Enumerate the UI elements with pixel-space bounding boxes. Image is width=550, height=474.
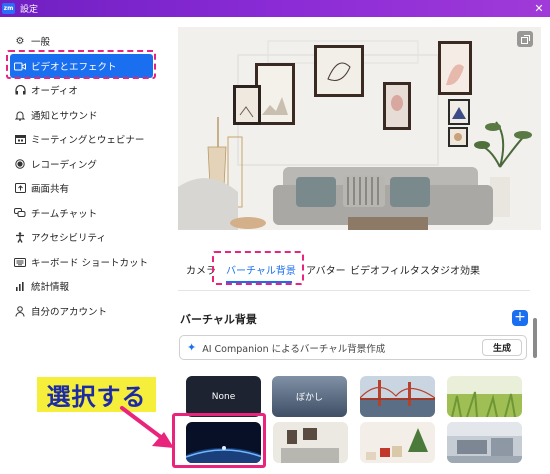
scrollbar[interactable]	[533, 318, 537, 358]
sidebar-item-label: 統計情報	[31, 282, 70, 293]
grass-image	[447, 376, 522, 417]
sidebar-item-screen-share[interactable]: 画面共有	[10, 176, 153, 200]
sidebar-item-label: アクセシビリティ	[31, 233, 106, 244]
sidebar-item-audio[interactable]: オーディオ	[10, 78, 153, 102]
generate-button[interactable]: 生成	[482, 339, 522, 356]
chat-icon	[14, 207, 26, 219]
highlight-video-effects	[6, 50, 156, 79]
sidebar-item-account[interactable]: 自分のアカウント	[10, 299, 153, 323]
tab-video-filter[interactable]: ビデオフィルタ	[350, 262, 420, 277]
tab-studio-effects[interactable]: スタジオ効果	[420, 262, 480, 277]
section-title: バーチャル背景	[180, 313, 257, 326]
sidebar-item-accessibility[interactable]: アクセシビリティ	[10, 225, 153, 249]
sidebar-item-label: 一般	[31, 37, 51, 48]
sidebar-item-label: オーディオ	[31, 86, 78, 97]
room-image	[273, 422, 348, 463]
share-screen-icon	[14, 182, 26, 194]
sidebar-item-meetings[interactable]: ミーティングとウェビナー	[10, 127, 153, 151]
room-background-image	[178, 27, 541, 230]
sidebar-item-recording[interactable]: レコーディング	[10, 152, 153, 176]
tile-label: None	[211, 391, 236, 402]
close-icon[interactable]: ✕	[528, 0, 550, 17]
headphones-icon	[14, 84, 26, 96]
background-tile-holiday[interactable]	[360, 422, 435, 463]
arrow-icon	[120, 406, 174, 448]
gear-icon: ⚙	[15, 35, 25, 47]
record-icon	[14, 158, 26, 170]
sidebar-item-label: 通知とサウンド	[31, 111, 98, 122]
divider	[178, 290, 530, 291]
background-tile-none[interactable]: None	[186, 376, 261, 417]
background-tile-office[interactable]	[447, 422, 522, 463]
sidebar-item-notifications[interactable]: 通知とサウンド	[10, 103, 153, 127]
background-tile-room[interactable]	[273, 422, 348, 463]
stats-icon	[14, 280, 26, 292]
background-tile-golden-gate[interactable]	[360, 376, 435, 417]
tile-label: ぼかし	[295, 393, 323, 403]
background-tile-grass[interactable]	[447, 376, 522, 417]
ai-companion-text: AI Companion によるバーチャル背景作成	[202, 343, 386, 355]
ai-companion-bar[interactable]: ✦ AI Companion によるバーチャル背景作成 生成	[179, 335, 527, 360]
title-bar: zm 設定 ✕	[0, 0, 550, 17]
sidebar-item-label: ミーティングとウェビナー	[31, 135, 145, 146]
sidebar-item-label: 自分のアカウント	[31, 307, 108, 318]
background-tile-blur[interactable]: ぼかし	[272, 376, 347, 417]
golden-gate-image	[360, 376, 435, 417]
highlight-virtual-background-tab	[212, 251, 304, 285]
tab-avatar[interactable]: アバター	[306, 262, 346, 277]
zoom-logo-icon: zm	[2, 3, 15, 14]
sidebar-item-statistics[interactable]: 統計情報	[10, 274, 153, 298]
calendar-icon	[14, 133, 26, 145]
holiday-image	[360, 422, 435, 463]
add-background-button[interactable]: +	[512, 310, 528, 326]
sidebar-item-label: 画面共有	[31, 184, 70, 195]
window-title: 設定	[20, 5, 39, 15]
sidebar-item-team-chat[interactable]: チームチャット	[10, 201, 153, 225]
sidebar-item-label: チームチャット	[31, 209, 98, 220]
settings-window: zm 設定 ✕ ⚙ 一般 ビデオとエフェクト オーディオ 通知とサウンド ミーテ…	[0, 0, 550, 474]
person-icon	[14, 305, 26, 317]
sparkle-icon: ✦	[187, 341, 197, 354]
keyboard-icon	[14, 256, 26, 268]
expand-icon[interactable]	[517, 31, 533, 47]
sidebar-item-label: キーボード ショートカット	[31, 258, 149, 269]
sidebar-item-keyboard[interactable]: キーボード ショートカット	[10, 250, 153, 274]
office-image	[447, 422, 522, 463]
accessibility-icon	[14, 231, 26, 243]
bell-icon	[14, 109, 26, 121]
camera-preview	[178, 27, 541, 230]
sidebar-item-label: レコーディング	[31, 160, 97, 171]
